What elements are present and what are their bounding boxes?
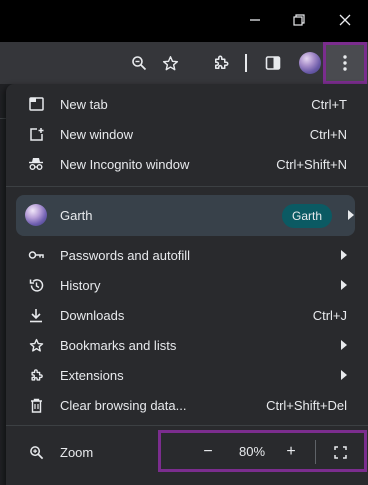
close-icon bbox=[339, 14, 351, 26]
menu-item-bookmarks-lists[interactable]: Bookmarks and lists bbox=[6, 330, 368, 360]
restore-button[interactable] bbox=[282, 6, 316, 34]
zoom-level-value: 80% bbox=[238, 444, 266, 459]
menu-item-label: New tab bbox=[60, 96, 108, 112]
menu-item-label: History bbox=[60, 277, 101, 293]
menu-item-label: New Incognito window bbox=[60, 156, 190, 172]
puzzle-icon bbox=[28, 367, 44, 383]
side-panel-button[interactable] bbox=[260, 50, 286, 76]
submenu-arrow-icon bbox=[348, 210, 354, 220]
menu-item-clear-browsing-data[interactable]: Clear browsing data... Ctrl+Shift+Del bbox=[6, 390, 368, 420]
history-icon bbox=[28, 277, 44, 293]
zoom-in-button[interactable]: + bbox=[279, 440, 303, 464]
menu-item-new-window[interactable]: New window Ctrl+N bbox=[6, 119, 368, 149]
toolbar-separator bbox=[245, 54, 247, 72]
trash-icon bbox=[28, 397, 44, 413]
menu-profile-row[interactable]: Garth Garth bbox=[16, 195, 355, 236]
key-icon bbox=[28, 247, 44, 263]
profile-chip: Garth bbox=[282, 204, 333, 228]
menu-item-extensions[interactable]: Extensions bbox=[6, 360, 368, 390]
submenu-arrow-icon bbox=[341, 340, 347, 350]
bookmark-button[interactable] bbox=[157, 50, 183, 76]
submenu-arrow-icon bbox=[341, 370, 347, 380]
menu-item-shortcut: Ctrl+J bbox=[312, 307, 347, 323]
menu-item-label: Downloads bbox=[60, 307, 125, 323]
browser-toolbar bbox=[0, 42, 368, 84]
menu-item-shortcut: Ctrl+Shift+N bbox=[276, 156, 347, 172]
fullscreen-icon bbox=[333, 445, 347, 459]
zoom-icon bbox=[132, 56, 147, 71]
new-window-icon bbox=[28, 126, 44, 142]
more-menu-button[interactable] bbox=[323, 42, 367, 84]
more-menu-icon bbox=[343, 55, 347, 71]
menu-item-shortcut: Ctrl+N bbox=[309, 126, 347, 142]
extensions-icon bbox=[215, 55, 229, 69]
incognito-icon bbox=[28, 156, 44, 172]
fullscreen-button[interactable] bbox=[330, 443, 350, 461]
submenu-arrow-icon bbox=[341, 250, 347, 260]
chrome-main-menu: New tab Ctrl+T New window Ctrl+N New Inc… bbox=[6, 84, 368, 485]
profile-avatar bbox=[299, 52, 321, 74]
menu-item-new-incognito-window[interactable]: New Incognito window Ctrl+Shift+N bbox=[6, 149, 368, 179]
restore-icon bbox=[293, 14, 305, 26]
menu-item-history[interactable]: History bbox=[6, 270, 368, 300]
zoom-label: Zoom bbox=[60, 444, 94, 460]
side-panel-icon bbox=[265, 56, 281, 70]
menu-item-shortcut: Ctrl+T bbox=[311, 96, 347, 112]
menu-item-label: Extensions bbox=[60, 367, 124, 383]
menu-item-new-tab[interactable]: New tab Ctrl+T bbox=[6, 89, 368, 119]
title-bar bbox=[0, 0, 368, 42]
profile-button[interactable] bbox=[297, 50, 323, 76]
extensions-button[interactable] bbox=[208, 50, 234, 76]
new-tab-icon bbox=[28, 96, 44, 112]
menu-item-downloads[interactable]: Downloads Ctrl+J bbox=[6, 300, 368, 330]
profile-avatar bbox=[25, 204, 47, 226]
bookmark-star-icon bbox=[162, 55, 178, 70]
menu-divider bbox=[6, 425, 368, 426]
minimize-icon bbox=[250, 19, 260, 21]
menu-divider bbox=[6, 186, 368, 187]
menu-item-shortcut: Ctrl+Shift+Del bbox=[266, 397, 347, 413]
submenu-arrow-icon bbox=[341, 280, 347, 290]
zoom-out-button[interactable]: − bbox=[196, 440, 220, 464]
zoom-indicator-button[interactable] bbox=[126, 50, 152, 76]
menu-item-label: Passwords and autofill bbox=[60, 247, 191, 263]
star-icon bbox=[28, 337, 44, 353]
menu-item-label: New window bbox=[60, 126, 133, 142]
minimize-button[interactable] bbox=[238, 6, 272, 34]
menu-item-label: Clear browsing data... bbox=[60, 397, 187, 413]
menu-item-label: Bookmarks and lists bbox=[60, 337, 177, 353]
menu-item-passwords-autofill[interactable]: Passwords and autofill bbox=[6, 240, 368, 270]
zoom-separator bbox=[315, 440, 316, 464]
profile-name: Garth bbox=[60, 208, 93, 223]
zoom-icon bbox=[28, 444, 44, 460]
close-window-button[interactable] bbox=[328, 6, 362, 34]
download-icon bbox=[28, 307, 44, 323]
